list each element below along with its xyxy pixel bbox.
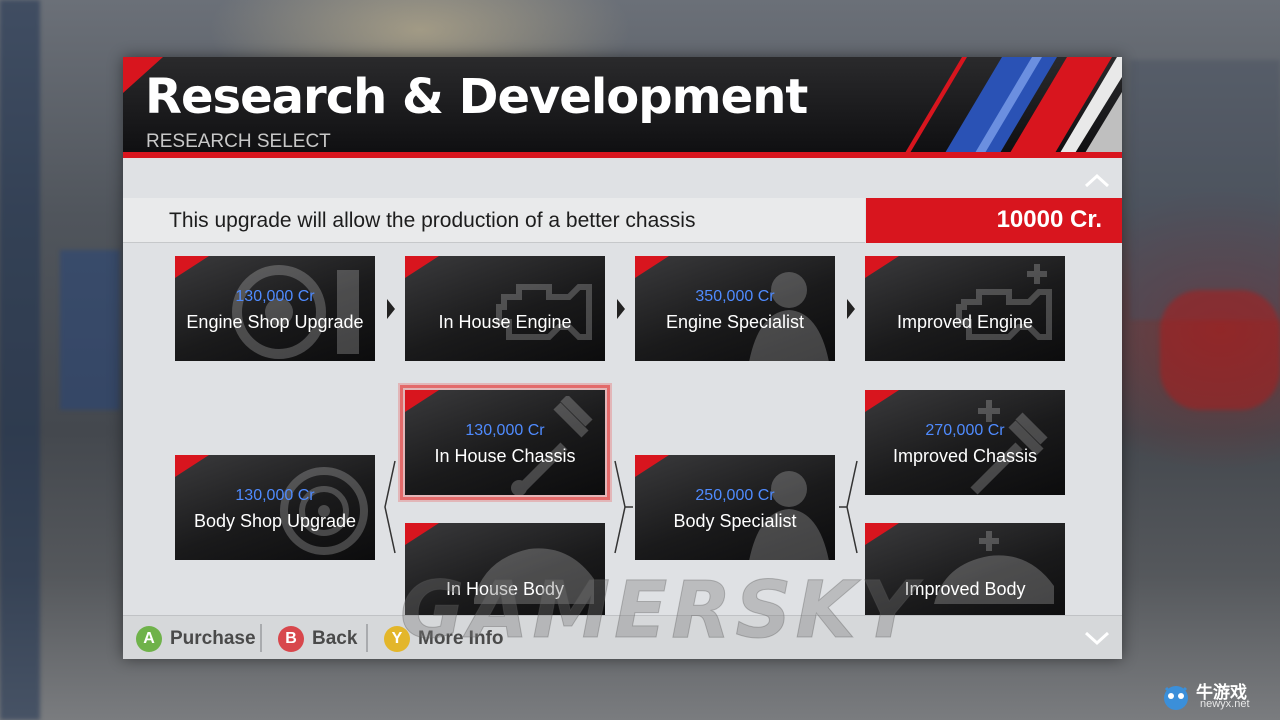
- tile-name: Body Shop Upgrade: [193, 511, 357, 531]
- tile-cost: 130,000 Cr: [465, 422, 545, 439]
- arrow-right-icon: [847, 299, 855, 319]
- merge-connector: [614, 460, 633, 554]
- tile-name: Engine Shop Upgrade: [186, 312, 364, 332]
- tile-cost: 250,000 Cr: [695, 487, 775, 504]
- tile-improved-engine[interactable]: Improved Engine: [865, 256, 1065, 361]
- header-red-bar: [123, 152, 1122, 158]
- tile-cost: 270,000 Cr: [925, 422, 1005, 439]
- tile-name: In House Engine: [438, 312, 572, 332]
- purchase-button[interactable]: A Purchase: [136, 625, 256, 653]
- upgrade-price: 10000 Cr.: [996, 206, 1102, 233]
- branch-connector: [384, 460, 396, 554]
- arrow-right-icon: [387, 299, 395, 319]
- purchase-label: Purchase: [170, 628, 256, 649]
- tile-cost: 350,000 Cr: [695, 288, 775, 305]
- tile-in-house-engine[interactable]: In House Engine: [405, 256, 605, 361]
- b-button-icon: B: [278, 626, 304, 652]
- tile-name: Engine Specialist: [665, 312, 805, 332]
- mascot-icon: [1164, 686, 1188, 710]
- tile-improved-chassis[interactable]: 270,000 Cr Improved Chassis: [865, 390, 1065, 495]
- arrow-right-icon: [617, 299, 625, 319]
- tile-name: In House Chassis: [434, 446, 576, 466]
- engine-plus-icon: [956, 264, 1052, 340]
- header-stripes-decoration: [902, 57, 1122, 158]
- tile-cost: 130,000 Cr: [235, 288, 315, 305]
- site-logo: 牛游戏 newyx.net: [1160, 678, 1272, 714]
- tile-engine-specialist[interactable]: 350,000 Cr Engine Specialist: [635, 256, 835, 361]
- upgrade-description: This upgrade will allow the production o…: [169, 209, 696, 232]
- watermark-text: GAMERSKY: [399, 566, 921, 657]
- description-bar: This upgrade will allow the production o…: [123, 198, 865, 243]
- footer-divider: [260, 624, 262, 652]
- page-subtitle: RESEARCH SELECT: [146, 131, 331, 152]
- tile-in-house-chassis[interactable]: 130,000 Cr In House Chassis: [400, 385, 610, 500]
- tile-engine-shop-upgrade[interactable]: 130,000 Cr Engine Shop Upgrade: [175, 256, 375, 361]
- tile-body-shop-upgrade[interactable]: 130,000 Cr Body Shop Upgrade: [175, 455, 375, 560]
- engine-icon: [496, 284, 592, 340]
- site-url: newyx.net: [1200, 698, 1250, 710]
- panel-header: Research & Development RESEARCH SELECT: [123, 57, 1122, 158]
- footer-divider: [366, 624, 368, 652]
- scroll-down-icon[interactable]: [1084, 627, 1110, 646]
- a-button-icon: A: [136, 626, 162, 652]
- car-body-plus-icon: [934, 531, 1054, 604]
- branch-connector: [839, 460, 858, 554]
- tile-cost: 130,000 Cr: [235, 487, 315, 504]
- tile-name: Improved Chassis: [892, 446, 1038, 466]
- page-title: Research & Development: [145, 69, 808, 125]
- back-button[interactable]: B Back: [278, 625, 357, 653]
- tile-name: Body Specialist: [673, 511, 797, 531]
- price-box: 10000 Cr.: [866, 198, 1122, 243]
- scroll-up-icon[interactable]: [1084, 170, 1110, 188]
- back-label: Back: [312, 628, 358, 649]
- tile-name: Improved Engine: [896, 312, 1034, 332]
- tile-body-specialist[interactable]: 250,000 Cr Body Specialist: [635, 455, 835, 560]
